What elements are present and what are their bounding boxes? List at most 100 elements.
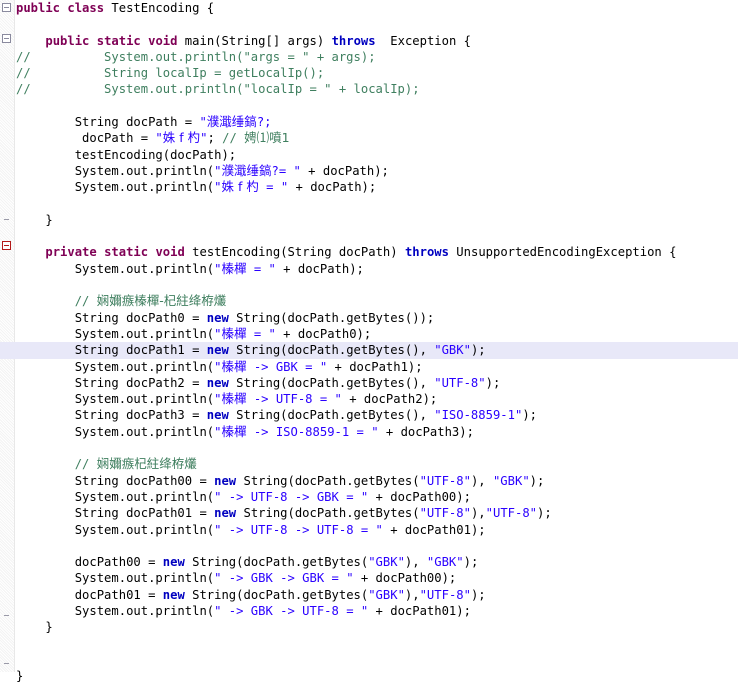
code-token-kw: class — [67, 1, 105, 15]
code-line[interactable]: String docPath2 = new String(docPath.get… — [15, 375, 738, 391]
code-line[interactable]: System.out.println("榛樿 -> UTF-8 = " + do… — [15, 391, 738, 407]
code-line[interactable] — [15, 636, 738, 652]
code-token-pln: ); — [485, 375, 501, 390]
code-token-pln: String docPath1 = — [74, 343, 207, 358]
code-token-strcjk: 榛樿 — [221, 260, 247, 276]
code-token-str: "GBK" — [434, 343, 471, 358]
code-line[interactable]: // 娴嬭瘯榛樿-杞紸绛栫爜 — [15, 293, 738, 309]
code-line-content: System.out.println("濮濈缍鎬?= " + docPath); — [16, 163, 389, 178]
code-line-content: System.out.println(" -> UTF-8 -> UTF-8 =… — [16, 523, 486, 537]
code-token-pln: + docPath1); — [327, 359, 423, 374]
code-line[interactable]: } — [15, 668, 738, 684]
code-line[interactable]: System.out.println("榛樿 -> ISO-8859-1 = "… — [15, 424, 738, 440]
code-line[interactable] — [15, 228, 738, 244]
code-line[interactable]: String docPath01 = new String(docPath.ge… — [15, 505, 738, 521]
code-token-str: -> GBK = " — [246, 359, 328, 374]
code-token-kw2: new — [214, 473, 237, 488]
code-line[interactable]: System.out.println("榛樿 -> GBK = " + docP… — [15, 359, 738, 375]
code-token-pln: UnsupportedEncodingException { — [448, 245, 677, 260]
fold-marker[interactable] — [2, 34, 11, 43]
folding-gutter[interactable] — [0, 0, 15, 672]
code-line[interactable] — [15, 98, 738, 114]
code-line[interactable]: System.out.println("榛樿 = " + docPath); — [15, 261, 738, 277]
code-line[interactable]: String docPath = "濮濈缍鎬?; — [15, 114, 738, 130]
code-text-area[interactable]: public class TestEncoding { public stati… — [0, 0, 738, 683]
code-line-content: String docPath01 = new String(docPath.ge… — [16, 506, 552, 520]
code-line-content: System.out.println(" -> UTF-8 -> GBK = "… — [16, 490, 471, 504]
code-line[interactable]: public static void main(String[] args) t… — [15, 33, 738, 49]
code-line[interactable]: // System.out.println("args = " + args); — [15, 49, 738, 65]
code-line[interactable] — [15, 538, 738, 554]
code-line[interactable]: String docPath00 = new String(docPath.ge… — [15, 473, 738, 489]
code-token-str: "GBK" — [426, 555, 464, 570]
code-line-current[interactable]: String docPath1 = new String(docPath.get… — [0, 342, 738, 359]
code-token-kw2: new — [162, 587, 185, 602]
code-token-pln: + docPath01); — [382, 522, 486, 537]
code-line[interactable]: // String localIp = getLocalIp(); — [15, 65, 738, 81]
code-line[interactable]: } — [15, 619, 738, 635]
code-token-cmtcjk: 娉⑴噴1 — [244, 130, 290, 146]
code-line[interactable]: testEncoding(docPath); — [15, 147, 738, 163]
code-line[interactable]: System.out.println("榛樿 = " + docPath0); — [15, 326, 738, 342]
code-line[interactable]: docPath = "姝 f 杓"; // 娉⑴噴1 — [15, 130, 738, 146]
code-line-content: String docPath3 = new String(docPath.get… — [16, 408, 537, 422]
code-line[interactable]: // System.out.println("localIp = " + loc… — [15, 81, 738, 97]
code-line[interactable]: System.out.println("濮濈缍鎬?= " + docPath); — [15, 163, 738, 179]
code-line-content: docPath00 = new String(docPath.getBytes(… — [16, 555, 479, 570]
code-token-str: -> ISO-8859-1 = " — [246, 424, 379, 439]
code-token-pln — [141, 34, 148, 48]
code-token-pln: System.out.println( — [74, 424, 215, 439]
code-token-pln — [89, 34, 96, 48]
code-line[interactable]: } — [15, 212, 738, 228]
code-line[interactable] — [15, 277, 738, 293]
code-line[interactable]: // 娴嬭瘯杞紸绛栫爜 — [15, 456, 738, 472]
code-line-content: System.out.println("榛樿 = " + docPath0); — [16, 326, 372, 341]
code-token-str: = " — [258, 180, 289, 195]
code-line[interactable]: System.out.println("姝 f 杓 = " + docPath)… — [15, 179, 738, 195]
code-line[interactable]: System.out.println(" -> UTF-8 -> UTF-8 =… — [15, 522, 738, 538]
code-line[interactable]: String docPath3 = new String(docPath.get… — [15, 407, 738, 423]
code-line[interactable]: private static void testEncoding(String … — [15, 244, 738, 260]
code-token-pln: String docPath0 = — [74, 310, 207, 325]
code-line[interactable] — [15, 440, 738, 456]
code-token-kw2: new — [206, 375, 229, 390]
code-line-content: testEncoding(docPath); — [16, 148, 236, 162]
code-line[interactable]: System.out.println(" -> GBK -> GBK = " +… — [15, 570, 738, 586]
code-line[interactable] — [15, 652, 738, 668]
code-token-pln: ), — [404, 587, 420, 602]
code-token-str: "GBK" — [368, 555, 405, 570]
code-line[interactable] — [15, 16, 738, 32]
code-token-pln: docPath = — [82, 131, 156, 146]
code-line[interactable] — [15, 196, 738, 212]
code-line[interactable]: String docPath0 = new String(docPath.get… — [15, 310, 738, 326]
code-token-strcjk: 姝 f 杓 — [162, 130, 201, 146]
code-token-cmtcjk: 娴嬭瘯杞紸绛栫爜 — [96, 456, 197, 472]
code-token-pln: String docPath2 = — [74, 375, 207, 390]
fold-marker-error[interactable] — [2, 241, 11, 250]
code-token-pln: ); — [522, 408, 537, 423]
code-token-pln: docPath01 = — [74, 587, 163, 602]
code-token-pln: System.out.println( — [74, 603, 215, 618]
code-line[interactable]: System.out.println(" -> GBK -> UTF-8 = "… — [15, 603, 738, 619]
fold-region-end-line — [4, 219, 9, 220]
code-line[interactable]: public class TestEncoding { — [15, 0, 738, 16]
fold-marker[interactable] — [2, 3, 11, 12]
code-line[interactable]: System.out.println(" -> UTF-8 -> GBK = "… — [15, 489, 738, 505]
code-line[interactable]: docPath00 = new String(docPath.getBytes(… — [15, 554, 738, 570]
code-line[interactable]: docPath01 = new String(docPath.getBytes(… — [15, 587, 738, 603]
fold-region-end-line — [4, 615, 9, 616]
code-editor-surface[interactable]: public class TestEncoding { public stati… — [0, 0, 738, 683]
code-token-pln: ); — [470, 343, 486, 358]
